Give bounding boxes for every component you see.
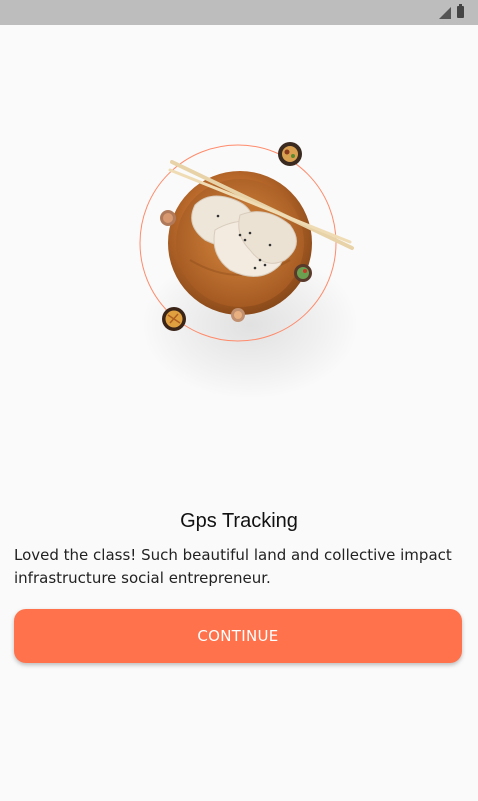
orbit-dish xyxy=(231,308,245,322)
hero-illustration xyxy=(100,120,380,410)
onboarding-title: Gps Tracking xyxy=(180,510,298,532)
orbit-dish xyxy=(162,307,186,331)
battery-icon xyxy=(457,4,464,18)
continue-button[interactable]: CONTINUE xyxy=(14,609,462,663)
dumpling-bowl-image xyxy=(139,142,354,342)
signal-icon xyxy=(439,7,451,19)
orbit-dish xyxy=(160,210,176,226)
orbit-dish xyxy=(278,142,302,166)
onboarding-description: Loved the class! Such beautiful land and… xyxy=(14,546,452,587)
status-icons xyxy=(439,4,464,19)
status-bar xyxy=(0,0,478,25)
orbit-dish xyxy=(294,264,312,282)
